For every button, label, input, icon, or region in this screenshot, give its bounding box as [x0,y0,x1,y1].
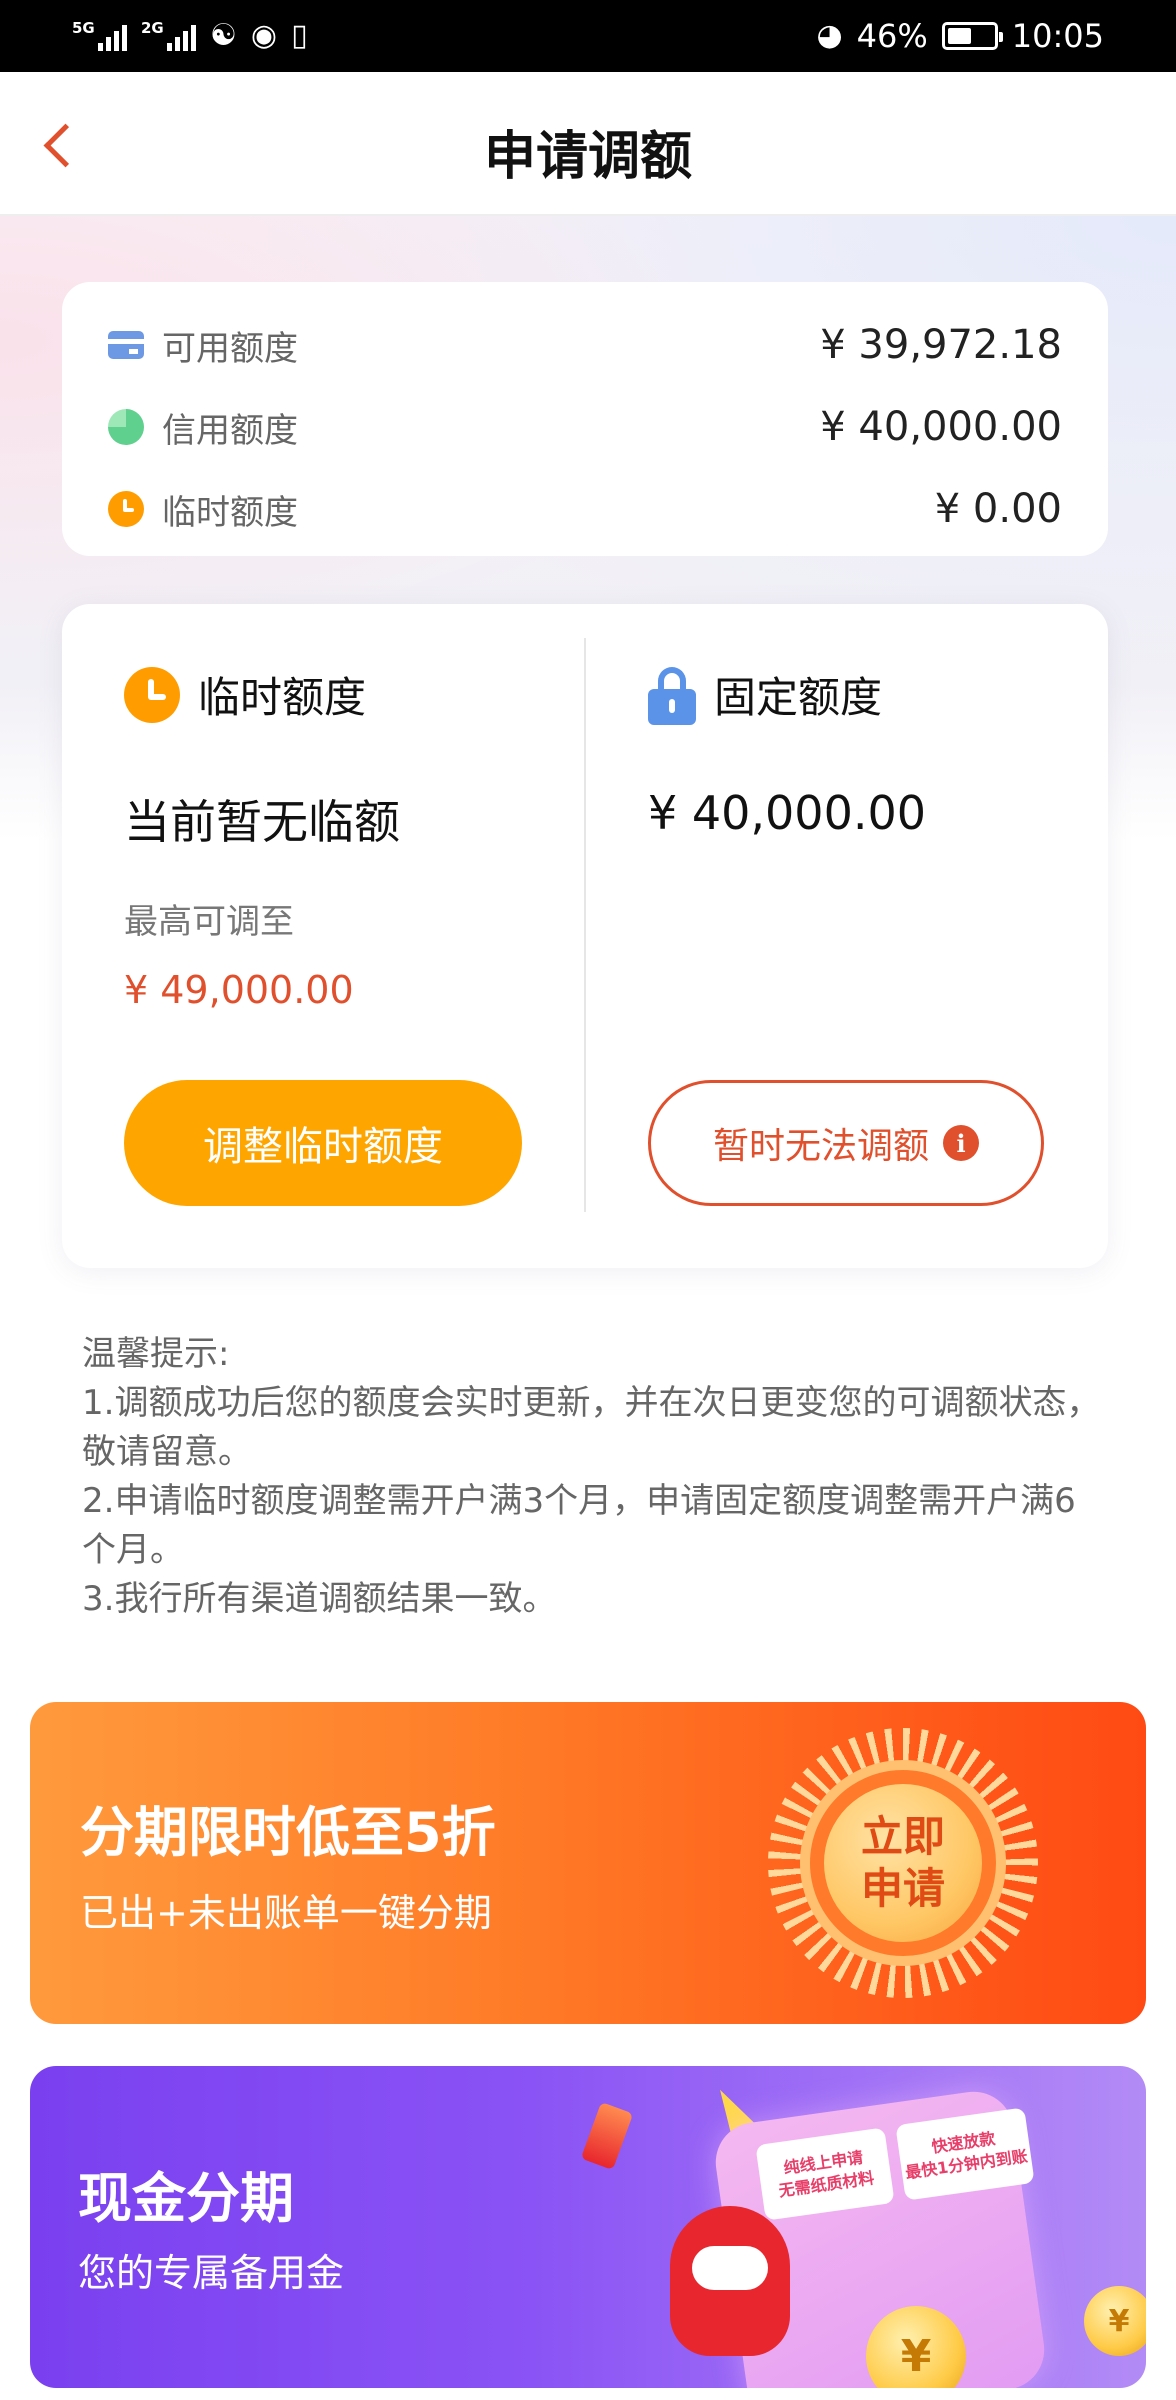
speedometer-icon: ◕ [816,18,843,53]
temp-quota-status: 当前暂无临额 [124,795,400,849]
tips-line: 2.申请临时额度调整需开户满3个月，申请固定额度调整需开户满6个月。 [82,1481,1076,1570]
apply-line: 立即 [860,1812,945,1861]
mascot-illustration [670,2206,790,2356]
battery-percent: 46% [856,17,928,55]
column-divider [584,638,586,1212]
temp-quota-column: 临时额度 当前暂无临额 最高可调至 ¥ 49,000.00 调整临时额度 [124,604,564,1268]
summary-value: ¥ 0.00 [934,486,1062,532]
page-title: 申请调额 [483,127,692,187]
tips-section: 温馨提示: 1.调额成功后您的额度会实时更新，并在次日更变您的可调额状态，敬请留… [82,1330,1102,1624]
banner-title: 现金分期 [78,2167,294,2230]
pie-icon [108,409,144,445]
quota-summary-card: 可用额度 ¥ 39,972.18 信用额度 ¥ 40,000.00 临时额度 ¥… [62,282,1108,556]
network-5g-label: 5G [72,19,95,37]
status-bar-left: 5G 2G ☯ ◉ ▯ [72,18,308,53]
signal-2g-icon: 2G [141,19,196,51]
summary-value: ¥ 40,000.00 [820,404,1062,450]
summary-row-credit: 信用额度 ¥ 40,000.00 [108,386,1062,468]
adjust-temp-quota-button[interactable]: 调整临时额度 [124,1080,522,1206]
tips-line: 1.调额成功后您的额度会实时更新，并在次日更变您的可调额状态，敬请留意。 [82,1383,1101,1472]
cash-installment-banner[interactable]: 现金分期 您的专属备用金 纯线上申请 无需纸质材料 快速放款 最快1分钟内到账 … [30,2066,1146,2388]
apply-line: 申请 [860,1864,945,1913]
summary-label: 可用额度 [162,328,298,369]
eye-icon: ◉ [250,18,278,53]
banner-subtitle: 已出+未出账单一键分期 [80,1891,492,1935]
installment-promo-banner[interactable]: 分期限时低至5折 已出+未出账单一键分期 立即 申请 [30,1702,1146,2024]
cannot-adjust-label: 暂时无法调额 [712,1126,929,1167]
fixed-quota-column: 固定额度 ¥ 40,000.00 暂时无法调额 i [648,604,1078,1268]
clock-icon [124,666,180,723]
banner-subtitle: 您的专属备用金 [78,2251,345,2295]
network-2g-label: 2G [141,19,164,37]
status-bar-right: ◕ 46% 10:05 [816,17,1104,55]
summary-row-temporary: 临时额度 ¥ 0.00 [108,468,1062,550]
summary-row-available: 可用额度 ¥ 39,972.18 [108,304,1062,386]
temp-quota-max-label: 最高可调至 [124,902,294,942]
info-icon[interactable]: i [943,1125,979,1161]
clock-time: 10:05 [1011,17,1104,55]
coin-icon: ¥ [1084,2286,1146,2356]
temp-quota-heading: 临时额度 [124,664,366,725]
summary-label: 临时额度 [162,492,298,533]
fixed-quota-label: 固定额度 [714,673,883,722]
card-illustration [580,2101,634,2171]
summary-value: ¥ 39,972.18 [820,322,1062,368]
summary-label: 信用额度 [162,410,298,451]
signal-5g-icon: 5G [72,19,127,51]
temp-quota-label: 临时额度 [198,673,367,722]
card-icon [108,331,144,359]
quota-adjust-card: 临时额度 当前暂无临额 最高可调至 ¥ 49,000.00 调整临时额度 固定额… [62,604,1108,1268]
vibrate-icon: ▯ [291,18,308,53]
battery-icon [941,22,1003,50]
apply-now-button[interactable]: 立即 申请 [824,1784,982,1942]
temp-quota-max-value: ¥ 49,000.00 [124,968,354,1012]
wifi-icon: ☯ [210,18,237,53]
fixed-quota-value: ¥ 40,000.00 [648,786,926,840]
clock-icon [108,491,144,527]
nav-header: 申请调额 [0,72,1176,216]
fixed-quota-heading: 固定额度 [648,664,882,725]
tips-title: 温馨提示: [82,1334,230,1374]
lock-icon [648,665,696,725]
banner-title: 分期限时低至5折 [80,1801,496,1864]
status-bar: 5G 2G ☯ ◉ ▯ ◕ 46% 10:05 [0,0,1176,72]
tips-line: 3.我行所有渠道调额结果一致。 [82,1579,557,1619]
cannot-adjust-button[interactable]: 暂时无法调额 i [648,1080,1044,1206]
